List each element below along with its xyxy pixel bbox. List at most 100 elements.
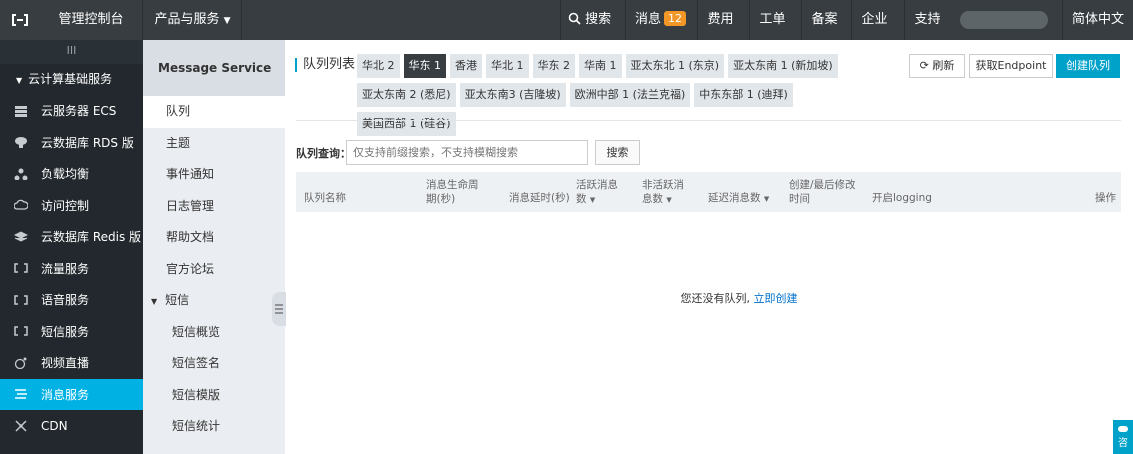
subnav-sms-signatures[interactable]: 短信签名 bbox=[143, 348, 285, 380]
subnav-sms-stats[interactable]: 短信统计 bbox=[143, 411, 285, 443]
sidebar-toggle[interactable]: III bbox=[0, 40, 143, 64]
sidebar-item-label: 短信服务 bbox=[41, 324, 90, 339]
search-icon bbox=[568, 12, 581, 25]
redis-icon bbox=[13, 229, 29, 245]
col-active-sortable[interactable]: 活跃消息数 ▼ bbox=[576, 178, 628, 207]
refresh-button[interactable]: ⟳ 刷新 bbox=[909, 54, 965, 78]
create-queue-button[interactable]: 创建队列 bbox=[1056, 54, 1120, 78]
region-tab[interactable]: 华北 1 bbox=[486, 54, 529, 78]
sidebar-item-label: 消息服务 bbox=[41, 387, 90, 402]
region-tab[interactable]: 华东 2 bbox=[532, 54, 575, 78]
subnav-event-notifications[interactable]: 事件通知 bbox=[143, 159, 285, 191]
col-inactive-label: 非活跃消息数 bbox=[642, 179, 684, 205]
bracket-icon bbox=[13, 323, 29, 339]
caret-down-icon: ▼ bbox=[151, 297, 158, 306]
sidebar-item-mns[interactable]: 消息服务 bbox=[0, 378, 143, 410]
col-delay: 消息延时(秒) bbox=[509, 192, 570, 204]
aliyun-logo-icon[interactable] bbox=[0, 0, 40, 40]
sidebar-item-redis[interactable]: 云数据库 Redis 版 bbox=[0, 221, 143, 253]
col-inactive-sortable[interactable]: 非活跃消息数 ▼ bbox=[642, 178, 692, 207]
region-tab[interactable]: 欧洲中部 1 (法兰克福) bbox=[569, 83, 691, 107]
region-tab[interactable]: 亚太东南 1 (新加坡) bbox=[728, 54, 838, 78]
region-tab[interactable]: 亚太东南3 (吉隆坡) bbox=[459, 83, 566, 107]
nav-billing[interactable]: 费用 bbox=[697, 0, 743, 40]
search-label: 队列查询： bbox=[296, 147, 351, 160]
caret-down-icon: ▼ bbox=[223, 16, 231, 26]
language-switcher[interactable]: 简体中文 bbox=[1062, 0, 1133, 40]
queue-search-input[interactable] bbox=[346, 140, 588, 165]
subnav-log-management[interactable]: 日志管理 bbox=[143, 191, 285, 223]
sidebar-item-rds[interactable]: 云数据库 RDS 版 bbox=[0, 127, 143, 159]
region-tab[interactable]: 华北 2 bbox=[357, 54, 400, 78]
sidebar-item-ecs[interactable]: 云服务器 ECS bbox=[0, 95, 143, 127]
subnav-queues[interactable]: 队列 bbox=[143, 96, 285, 128]
divider bbox=[296, 120, 1121, 121]
sidebar-item-sms[interactable]: 短信服务 bbox=[0, 316, 143, 348]
nav-tickets[interactable]: 工单 bbox=[749, 0, 795, 40]
console-link[interactable]: 管理控制台 bbox=[40, 0, 143, 40]
message-icon bbox=[13, 386, 29, 402]
sidebar-item-cdn[interactable]: CDN bbox=[0, 410, 143, 442]
search-button[interactable]: 搜索 bbox=[595, 140, 640, 165]
messages-count-badge: 12 bbox=[664, 11, 686, 26]
region-tab[interactable]: 香港 bbox=[450, 54, 482, 78]
sort-caret-icon: ▼ bbox=[666, 196, 672, 204]
sidebar-item-traffic[interactable]: 流量服务 bbox=[0, 253, 143, 285]
sidebar-item-live[interactable]: 视频直播 bbox=[0, 347, 143, 379]
table-header: 队列名称 消息生命周期(秒) 消息延时(秒) 活跃消息数 ▼ 非活跃消息数 ▼ … bbox=[296, 172, 1121, 212]
nav-icp[interactable]: 备案 bbox=[801, 0, 847, 40]
consult-float-button[interactable]: 咨 bbox=[1113, 420, 1133, 454]
search-nav[interactable]: 搜索 bbox=[560, 0, 618, 40]
sidebar-item-slb[interactable]: 负载均衡 bbox=[0, 158, 143, 190]
col-delayed-label: 延迟消息数 bbox=[708, 192, 761, 204]
empty-text: 您还没有队列, bbox=[680, 292, 751, 305]
region-tab[interactable]: 亚太东南 2 (悉尼) bbox=[357, 83, 456, 107]
refresh-label: 刷新 bbox=[932, 59, 955, 72]
search-nav-label: 搜索 bbox=[585, 12, 612, 27]
sidebar-item-voice[interactable]: 语音服务 bbox=[0, 284, 143, 316]
create-now-link[interactable]: 立即创建 bbox=[754, 292, 798, 305]
bracket-icon bbox=[13, 260, 29, 276]
subnav-topics[interactable]: 主题 bbox=[143, 128, 285, 160]
subnav-sms-group[interactable]: ▼ 短信 bbox=[143, 285, 285, 317]
subnav-sms-templates[interactable]: 短信模版 bbox=[143, 380, 285, 412]
caret-down-icon: ▼ bbox=[16, 76, 23, 85]
get-endpoint-button[interactable]: 获取Endpoint bbox=[969, 54, 1053, 78]
col-active-label: 活跃消息数 bbox=[576, 179, 618, 205]
cloud-access-icon bbox=[13, 197, 29, 213]
region-selector: 华北 2 华东 1 香港 华北 1 华东 2 华南 1 亚太东北 1 (东京) 亚太东南 1 … bbox=[357, 54, 877, 141]
region-tab[interactable]: 中东东部 1 (迪拜) bbox=[694, 83, 793, 107]
service-subnav: Message Service 队列 主题 事件通知 日志管理 帮助文档 官方论… bbox=[143, 40, 285, 454]
sidebar-item-label: 访问控制 bbox=[41, 198, 90, 213]
sort-caret-icon: ▼ bbox=[589, 196, 596, 204]
products-menu[interactable]: 产品与服务 ▼ bbox=[144, 0, 242, 40]
region-tab[interactable]: 亚太东北 1 (东京) bbox=[625, 54, 725, 78]
sidebar-item-label: 云数据库 Redis 版 bbox=[41, 230, 142, 245]
cdn-icon bbox=[13, 418, 29, 434]
consult-label: 咨 bbox=[1118, 437, 1128, 449]
col-modified: 创建/最后修改时间 bbox=[789, 179, 856, 205]
top-bar: 管理控制台 产品与服务 ▼ 搜索 消息 12 费用 工单 备案 企业 支持 简体中… bbox=[0, 0, 1133, 40]
region-tab[interactable]: 华南 1 bbox=[579, 54, 622, 78]
load-balancer-icon bbox=[13, 166, 29, 182]
col-lifetime: 消息生命周期(秒) bbox=[426, 179, 479, 205]
subnav-help-docs[interactable]: 帮助文档 bbox=[143, 222, 285, 254]
messages-label: 消息 bbox=[634, 12, 661, 27]
products-label: 产品与服务 bbox=[154, 12, 220, 27]
collapse-subnav-icon[interactable] bbox=[272, 292, 286, 326]
sidebar-item-label: 流量服务 bbox=[41, 261, 90, 276]
subnav-forum[interactable]: 官方论坛 bbox=[143, 254, 285, 286]
region-tab[interactable]: 美国西部 1 (硅谷) bbox=[357, 112, 456, 136]
col-logging: 开启logging bbox=[872, 192, 932, 204]
subnav-sms-overview[interactable]: 短信概览 bbox=[143, 317, 285, 349]
account-avatar[interactable] bbox=[960, 11, 1048, 29]
refresh-icon: ⟳ bbox=[919, 59, 929, 72]
sidebar-group-basic[interactable]: ▼ 云计算基础服务 bbox=[0, 64, 143, 95]
messages-nav[interactable]: 消息 12 bbox=[625, 0, 695, 40]
sidebar-item-ram[interactable]: 访问控制 bbox=[0, 190, 143, 222]
col-delayed-sortable[interactable]: 延迟消息数 ▼ bbox=[708, 191, 769, 206]
main-sidebar: III ▼ 云计算基础服务 云服务器 ECS 云数据库 RDS 版 负载均衡 访问… bbox=[0, 40, 143, 454]
region-tab-active[interactable]: 华东 1 bbox=[403, 54, 446, 78]
nav-enterprise[interactable]: 企业 bbox=[851, 0, 897, 40]
nav-support[interactable]: 支持 bbox=[904, 0, 950, 40]
